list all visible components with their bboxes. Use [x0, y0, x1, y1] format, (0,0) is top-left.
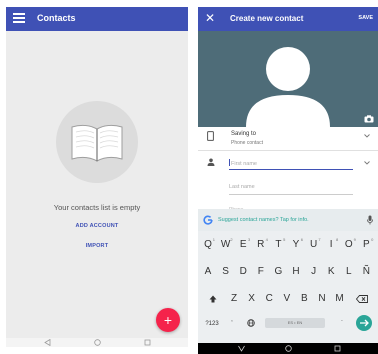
key-k[interactable]: K [323, 266, 339, 277]
key-l[interactable]: L [341, 266, 357, 277]
divider [198, 150, 378, 151]
back-icon[interactable] [44, 339, 51, 346]
navigation-bar [6, 338, 188, 347]
key-r[interactable]: R4 [253, 237, 269, 250]
enter-key[interactable] [356, 315, 372, 331]
home-icon[interactable] [285, 345, 292, 352]
key-c[interactable]: C [261, 293, 277, 304]
chevron-down-icon[interactable] [364, 161, 370, 165]
key-hint: 6 [300, 237, 303, 242]
shift-icon[interactable] [209, 295, 217, 303]
key-a[interactable]: A [200, 266, 216, 277]
person-icon [207, 158, 215, 166]
symbols-key[interactable]: ?123 [203, 321, 221, 327]
globe-icon[interactable] [247, 319, 255, 327]
key-g[interactable]: G [270, 266, 286, 277]
chevron-down-icon[interactable] [364, 134, 370, 138]
create-contact-screen: ✕ Create new contact SAVE Saving to Phon… [198, 7, 378, 354]
contact-photo[interactable] [198, 31, 378, 127]
backspace-icon[interactable] [356, 295, 368, 303]
key-e[interactable]: E3 [235, 237, 251, 250]
key-x[interactable]: X [244, 293, 260, 304]
key-ñ[interactable]: Ñ [358, 266, 374, 277]
avatar-placeholder-icon [246, 47, 330, 127]
space-key[interactable]: ES • EN [265, 318, 325, 328]
keyboard: Suggest contact names? Tap for info. Q1W… [198, 209, 378, 343]
key-h[interactable]: H [288, 266, 304, 277]
key-q[interactable]: Q1 [200, 237, 216, 250]
key-z[interactable]: Z [226, 293, 242, 304]
key-b[interactable]: B [296, 293, 312, 304]
navigation-bar [198, 343, 378, 354]
app-bar: ✕ Create new contact SAVE [198, 7, 378, 31]
microphone-icon[interactable] [367, 215, 373, 225]
recents-icon[interactable] [334, 345, 341, 352]
save-button[interactable]: SAVE [358, 15, 373, 21]
key-y[interactable]: Y6 [288, 237, 304, 250]
key-hint: 8 [335, 237, 339, 242]
recents-icon[interactable] [144, 339, 151, 346]
page-title: Create new contact [230, 14, 304, 23]
page-title: Contacts [37, 13, 76, 23]
suggestion-bar: Suggest contact names? Tap for info. [198, 209, 378, 231]
menu-icon[interactable] [13, 13, 25, 25]
saving-to-label: Saving to [231, 131, 257, 137]
key-hint: 9 [353, 237, 356, 242]
key-p[interactable]: P0 [358, 237, 374, 250]
key-hint: 3 [247, 237, 251, 242]
key-m[interactable]: M [332, 293, 348, 304]
key-w[interactable]: W2 [218, 237, 234, 250]
key-f[interactable]: F [253, 266, 269, 277]
key-v[interactable]: V [279, 293, 295, 304]
key-hint: 2 [230, 237, 233, 242]
key-t[interactable]: T5 [270, 237, 286, 250]
add-account-button[interactable]: ADD ACCOUNT [6, 223, 188, 229]
google-icon[interactable] [203, 215, 213, 225]
period-key[interactable]: . [338, 317, 346, 323]
empty-state-illustration [56, 101, 138, 183]
key-o[interactable]: O9 [341, 237, 357, 250]
first-name-placeholder: First name [231, 161, 257, 167]
key-i[interactable]: I8 [323, 237, 339, 250]
app-bar: Contacts [6, 7, 188, 31]
last-name-input[interactable]: Last name [229, 181, 353, 195]
last-name-placeholder: Last name [229, 184, 255, 190]
saving-to-value[interactable]: Phone contact [231, 140, 263, 146]
import-button[interactable]: IMPORT [6, 243, 188, 249]
home-icon[interactable] [94, 339, 101, 346]
contacts-screen: Contacts Your contacts list is empty ADD… [6, 7, 188, 347]
key-u[interactable]: U7 [306, 237, 322, 250]
comma-key[interactable]: , [228, 317, 236, 323]
key-hint: 0 [371, 237, 374, 242]
key-j[interactable]: J [306, 266, 322, 277]
arrow-right-icon [360, 319, 369, 327]
book-icon [71, 124, 123, 162]
first-name-input[interactable]: First name [229, 156, 353, 170]
key-hint: 7 [318, 237, 321, 242]
key-hint: 4 [265, 237, 268, 242]
key-d[interactable]: D [235, 266, 251, 277]
camera-icon[interactable] [364, 115, 374, 123]
key-hint: 1 [212, 237, 215, 242]
close-icon[interactable]: ✕ [205, 11, 215, 25]
key-s[interactable]: S [218, 266, 234, 277]
add-contact-button[interactable]: + [156, 308, 180, 332]
contact-names-suggestion[interactable]: Suggest contact names? Tap for info. [218, 217, 309, 223]
empty-message: Your contacts list is empty [53, 203, 141, 212]
key-hint: 5 [283, 237, 286, 242]
key-n[interactable]: N [314, 293, 330, 304]
back-icon[interactable] [238, 345, 245, 352]
phone-device-icon [207, 131, 214, 141]
